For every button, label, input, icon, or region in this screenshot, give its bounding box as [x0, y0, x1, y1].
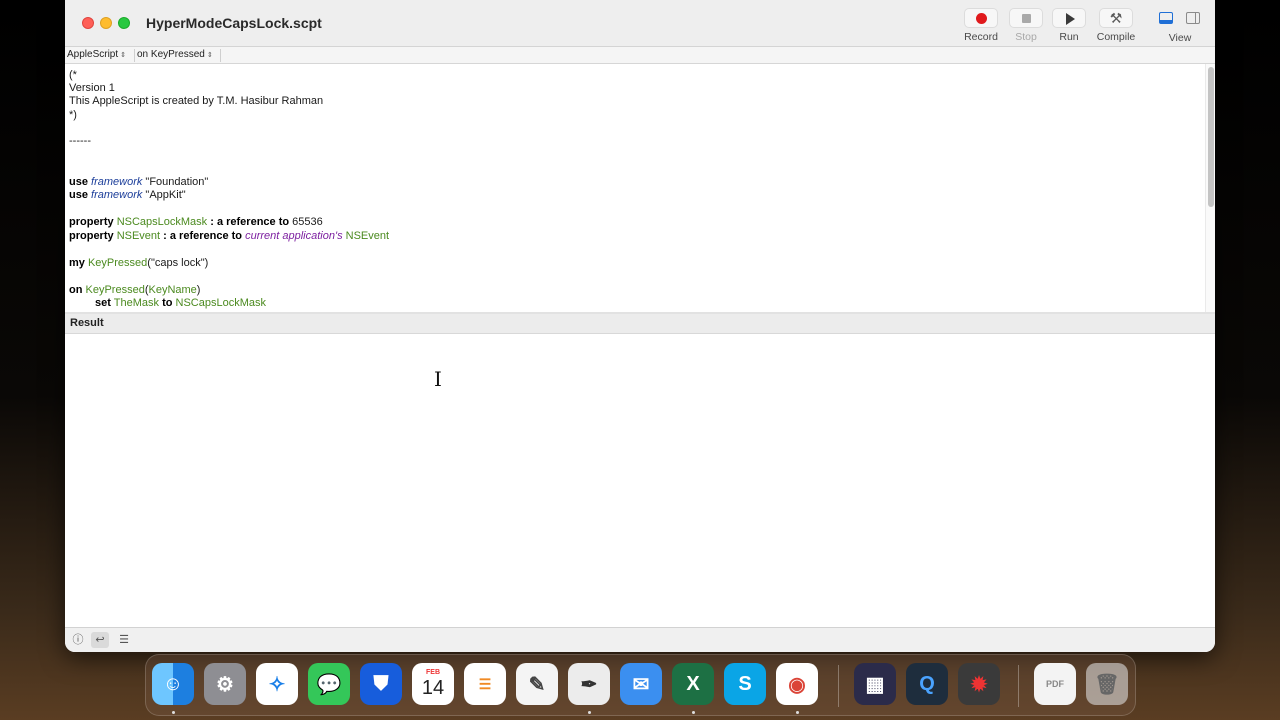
- code-line: property NSEvent : a reference to curren…: [69, 230, 390, 242]
- code-line: Version 1: [69, 82, 115, 94]
- dock-separator: [1018, 665, 1019, 707]
- chrome-icon[interactable]: ◉: [776, 663, 818, 705]
- minimize-window-button[interactable]: [100, 17, 112, 29]
- skype-icon[interactable]: S: [724, 663, 766, 705]
- navigation-bar: AppleScript ⇕ on KeyPressed ⇕: [65, 47, 1215, 64]
- code-line: on KeyPressed(KeyName): [69, 284, 201, 296]
- code-line: property NSCapsLockMask : a reference to…: [69, 216, 323, 228]
- safari-icon[interactable]: ✧: [256, 663, 298, 705]
- text-cursor-icon: I: [434, 367, 442, 391]
- code-line: my KeyPressed("caps lock"): [69, 257, 209, 269]
- result-header: Result: [65, 314, 1215, 334]
- running-indicator: [588, 711, 591, 714]
- list-icon[interactable]: ☰: [115, 632, 133, 648]
- script-editor-icon[interactable]: ✒: [568, 663, 610, 705]
- compile-label: Compile: [1096, 31, 1136, 43]
- result-pane[interactable]: I: [65, 334, 1215, 627]
- calendar-icon[interactable]: FEB 14: [412, 663, 454, 705]
- dock-separator: [838, 665, 839, 707]
- code-line: use framework "AppKit": [69, 189, 186, 201]
- pdf-icon[interactable]: PDF: [1034, 663, 1076, 705]
- run-icon: [1052, 8, 1086, 28]
- messages-icon[interactable]: 💬: [308, 663, 350, 705]
- language-label: AppleScript: [67, 49, 119, 60]
- view-label: View: [1168, 32, 1192, 44]
- calendar-day: 14: [421, 677, 445, 699]
- updown-chevron-icon: ⇕: [206, 52, 213, 59]
- textedit-icon[interactable]: ✎: [516, 663, 558, 705]
- quicktime-icon[interactable]: Q: [906, 663, 948, 705]
- language-popup[interactable]: AppleScript ⇕: [67, 49, 135, 62]
- code-line: ------: [69, 135, 91, 147]
- editor-scrollbar[interactable]: [1205, 64, 1215, 312]
- bottom-pane-icon[interactable]: [1159, 12, 1173, 24]
- title-bar: HyperModeCapsLock.scpt Record Stop Run ⚒…: [65, 0, 1215, 47]
- running-indicator: [172, 711, 175, 714]
- stop-icon: [1009, 8, 1043, 28]
- close-window-button[interactable]: [82, 17, 94, 29]
- bug-icon[interactable]: ✹: [958, 663, 1000, 705]
- record-icon: [964, 8, 998, 28]
- side-pane-icon[interactable]: [1186, 12, 1200, 24]
- running-indicator: [796, 711, 799, 714]
- script-editor-window: HyperModeCapsLock.scpt Record Stop Run ⚒…: [65, 0, 1215, 652]
- calendar-month: FEB: [426, 669, 440, 676]
- scrollbar-thumb[interactable]: [1208, 67, 1214, 207]
- bitwarden-icon[interactable]: ⛊: [360, 663, 402, 705]
- updown-chevron-icon: ⇕: [120, 52, 127, 59]
- info-icon[interactable]: ⓘ: [69, 632, 87, 648]
- script-editor[interactable]: (* Version 1 This AppleScript is created…: [65, 64, 1205, 312]
- code-line: use framework "Foundation": [69, 176, 209, 188]
- system-settings-icon[interactable]: ⚙: [204, 663, 246, 705]
- view-toggle[interactable]: [1157, 10, 1207, 28]
- reminders-icon[interactable]: ☰: [464, 663, 506, 705]
- running-indicator: [692, 711, 695, 714]
- code-line: *): [69, 109, 77, 121]
- code-line: This AppleScript is created by T.M. Hasi…: [69, 95, 324, 107]
- hammer-icon: ⚒: [1099, 8, 1133, 28]
- mail-icon[interactable]: ✉: [620, 663, 662, 705]
- excel-icon[interactable]: X: [672, 663, 714, 705]
- handler-popup[interactable]: on KeyPressed ⇕: [137, 49, 221, 62]
- trash-icon[interactable]: 🗑: [1086, 663, 1128, 705]
- app-icon[interactable]: ▦: [854, 663, 896, 705]
- handler-label: on KeyPressed: [137, 49, 205, 60]
- dock: ☺ ⚙ ✧ 💬 ⛊ FEB 14 ☰ ✎ ✒ ✉ X S ◉ ▦ Q ✹ PDF…: [145, 654, 1136, 716]
- finder-icon[interactable]: ☺: [152, 663, 194, 705]
- zoom-window-button[interactable]: [118, 17, 130, 29]
- bottom-bar: ⓘ ↩ ☰: [65, 627, 1215, 652]
- code-line: set TheMask to NSCapsLockMask: [95, 297, 267, 309]
- reply-icon[interactable]: ↩: [91, 632, 109, 648]
- code-line: (*: [69, 69, 77, 81]
- document-title: HyperModeCapsLock.scpt: [146, 15, 322, 31]
- compile-button[interactable]: ⚒ Compile: [1088, 8, 1144, 46]
